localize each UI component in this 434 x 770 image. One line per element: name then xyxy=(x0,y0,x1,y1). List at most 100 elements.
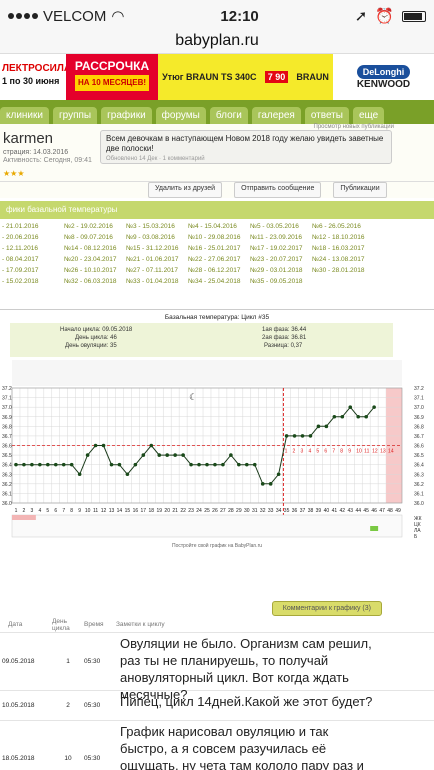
cycle-link[interactable]: №8 - 09.07.2016 xyxy=(62,234,124,245)
send-message-button[interactable]: Отправить сообщение xyxy=(234,182,322,198)
x-tick-day: 19 xyxy=(156,508,162,514)
cycle-link[interactable]: №15 - 31.12.2016 xyxy=(124,245,186,256)
x-tick-day: 6 xyxy=(54,508,57,514)
cycle-link[interactable]: №2 - 19.02.2016 xyxy=(62,223,124,234)
status-text: Всем девочкам в наступающем Новом 2018 г… xyxy=(106,134,384,153)
temperature-point xyxy=(221,462,225,467)
cycle-link[interactable]: №22 - 27.06.2017 xyxy=(186,256,248,267)
cycle-link[interactable]: №9 - 03.08.2016 xyxy=(124,234,186,245)
url-bar[interactable]: babyplan.ru xyxy=(0,32,434,54)
nav-item-5[interactable]: галерея xyxy=(251,107,301,124)
chart-footer: Постройте свой график на BabyPlan.ru xyxy=(172,542,262,549)
temperature-point xyxy=(61,462,66,467)
nav-item-4[interactable]: блоги xyxy=(209,107,248,124)
y-tick-right: 36.9 xyxy=(414,415,424,421)
y-tick-left: 36.4 xyxy=(2,463,12,469)
x-tick-day: 18 xyxy=(149,508,155,514)
cycle-link[interactable]: №3 - 15.03.2016 xyxy=(124,223,186,234)
ad-product: Утюг BRAUN TS 340C xyxy=(162,72,257,82)
temperature-point xyxy=(46,462,50,467)
cycle-link[interactable]: №10 - 29.08.2016 xyxy=(186,234,248,245)
temperature-point xyxy=(133,462,138,467)
temperature-point xyxy=(364,414,368,419)
temperature-point xyxy=(308,434,313,438)
nav-item-0[interactable]: клиники xyxy=(0,107,49,124)
cycle-link[interactable]: №4 - 15.04.2016 xyxy=(186,223,248,234)
temperature-point xyxy=(213,462,217,467)
cycle-link[interactable]: №21 - 01.06.2017 xyxy=(124,256,186,267)
cycle-link[interactable]: №6 - 26.05.2016 xyxy=(310,223,372,234)
cycle-link[interactable]: №34 - 25.04.2018 xyxy=(186,278,248,289)
x-tick-day: 40 xyxy=(324,508,330,514)
x-tick-day: 16 xyxy=(133,508,139,514)
cycle-link[interactable]: №32 - 06.03.2018 xyxy=(62,278,124,289)
x-tick-day: 47 xyxy=(379,508,385,514)
comments-button[interactable]: Комментарии к графику (3) xyxy=(271,601,382,616)
temperature-point xyxy=(14,462,18,467)
cycle-link[interactable]: №30 - 28.01.2018 xyxy=(310,267,372,278)
comment-row: 10.05.2018 2 05:30 Пипец, цикл 14дней.Какой… xyxy=(0,691,434,721)
cycle-link[interactable]: №23 - 20.07.2017 xyxy=(248,256,310,267)
nav-item-1[interactable]: группы xyxy=(52,107,98,124)
cycle-link[interactable]: №33 - 01.04.2018 xyxy=(124,278,186,289)
cycle-link[interactable]: №27 - 07.11.2017 xyxy=(124,267,186,278)
nav-item-2[interactable]: графики xyxy=(101,107,152,124)
ad-price: 7 90 xyxy=(264,71,289,83)
cycle-link[interactable]: - 08.04.2017 xyxy=(0,256,62,267)
phase2-day-number: 14 xyxy=(388,449,394,455)
cycle-link[interactable]: - 17.09.2017 xyxy=(0,267,62,278)
x-tick-day: 36 xyxy=(292,508,298,514)
cycle-link[interactable]: №14 - 08.12.2016 xyxy=(62,245,124,256)
temperature-point xyxy=(141,453,146,457)
temperature-point xyxy=(332,414,337,419)
cycle-link[interactable]: №16 - 25.01.2017 xyxy=(186,245,248,256)
nav-item-3[interactable]: форумы xyxy=(155,107,206,124)
nav-item-7[interactable]: еще xyxy=(352,107,385,124)
x-tick-day: 35 xyxy=(284,508,290,514)
x-tick-day: 22 xyxy=(180,508,186,514)
cycle-link[interactable]: - 15.02.2018 xyxy=(0,278,62,289)
cycle-link[interactable]: №26 - 10.10.2017 xyxy=(62,267,124,278)
cycle-link[interactable]: №11 - 23.09.2016 xyxy=(248,234,310,245)
phase2-day-number: 6 xyxy=(324,449,327,455)
cycles-row: - 12.11.2016 №14 - 08.12.2016 №15 - 31.12.… xyxy=(0,245,434,256)
x-tick-day: 41 xyxy=(332,508,338,514)
x-tick-day: 9 xyxy=(78,508,81,514)
phase2-day-number: 2 xyxy=(293,449,296,455)
x-tick-day: 42 xyxy=(340,508,346,514)
profile-activity: Активность: Сегодня, 09:41 xyxy=(3,157,92,164)
temperature-point xyxy=(348,405,353,409)
remove-friend-button[interactable]: Удалить из друзей xyxy=(148,182,223,198)
cycle-link[interactable]: - 21.01.2016 xyxy=(0,223,62,234)
publications-button[interactable]: Публикации xyxy=(333,182,387,198)
cycle-link[interactable]: №17 - 19.02.2017 xyxy=(248,245,310,256)
cycle-link[interactable]: №20 - 23.04.2017 xyxy=(62,256,124,267)
difference-label: Разница: 0,37 xyxy=(264,343,303,349)
cycle-link[interactable] xyxy=(310,278,372,289)
bbt-chart-svg: Базальная температура: Цикл #35 Начало ци… xyxy=(2,314,424,549)
nav-item-6[interactable]: ответы xyxy=(304,107,349,124)
ad-banner[interactable]: ЛЕКТРОСИЛА 1 по 30 июня РАССРОЧКА НА 10 МЕ… xyxy=(0,54,434,100)
temperature-point xyxy=(356,414,361,419)
cycle-link[interactable]: №29 - 03.01.2018 xyxy=(248,267,310,278)
y-tick-left: 36.9 xyxy=(2,415,12,421)
col-day: День цикла xyxy=(52,617,70,632)
temperature-point xyxy=(69,462,74,467)
cycle-link[interactable]: №5 - 03.05.2016 xyxy=(248,223,310,234)
temperature-point xyxy=(189,462,193,467)
cycle-link[interactable]: №12 - 18.10.2016 xyxy=(310,234,372,245)
cycle-link[interactable]: №28 - 06.12.2017 xyxy=(186,267,248,278)
cycle-link[interactable]: №18 - 16.03.2017 xyxy=(310,245,372,256)
temperature-point xyxy=(340,414,345,419)
ad-braun: BRAUN xyxy=(296,72,329,82)
y-tick-right: 37.0 xyxy=(414,405,424,411)
cycle-link[interactable]: - 12.11.2016 xyxy=(0,245,62,256)
profile-name[interactable]: karmen xyxy=(3,130,53,147)
cycle-start-label: Начало цикла: 09.05.2018 xyxy=(60,327,133,333)
cycle-link[interactable]: №24 - 13.08.2017 xyxy=(310,256,372,267)
cycle-link[interactable]: - 20.06.2016 xyxy=(0,234,62,245)
temperature-point xyxy=(157,453,162,457)
cycle-link[interactable]: №35 - 09.05.2018 xyxy=(248,278,310,289)
temperature-point xyxy=(229,453,233,457)
phase2-label: 2ая фаза: 36.81 xyxy=(262,335,307,341)
